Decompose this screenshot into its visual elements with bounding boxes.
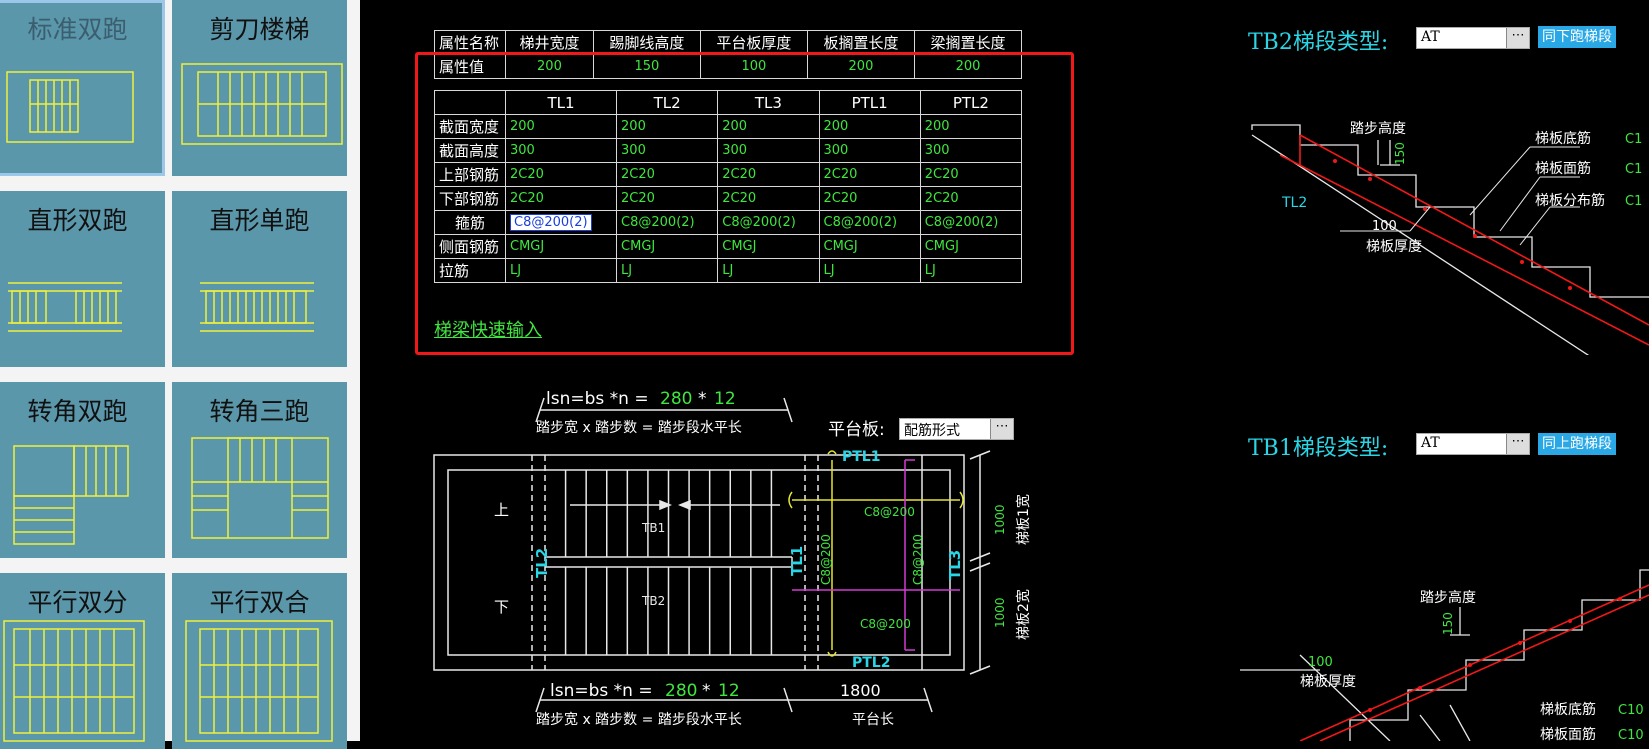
width1-label: 梯板1宽: [1015, 494, 1032, 545]
platform-length-label: 平台长: [852, 712, 894, 728]
tb1-bottom-bar-value: C10: [1618, 703, 1644, 718]
tb1-step-height-label: 踏步高度: [1420, 589, 1476, 606]
ellipsis-icon[interactable]: ⋯: [1506, 434, 1529, 454]
stair-type-palette: 标准双跑 剪刀楼梯 直形双跑 直形单跑 转角双跑 转角三跑 平行双分 平行双合: [0, 0, 360, 749]
tb2-top-bar-value: C1: [1625, 162, 1642, 177]
tb1-section-drawing: 踏步高度 150 100 梯板厚度 梯板底筋 C10 梯板面筋 C10: [1240, 569, 1649, 741]
tl3-label: TL3: [946, 550, 964, 580]
tb1-step-height-value: 150: [1441, 612, 1455, 635]
rebar-horizontal-top: C8@200: [864, 505, 915, 519]
tb1-top-bar-label: 梯板面筋: [1540, 726, 1596, 741]
tb2-tl2-label: TL2: [1281, 195, 1307, 211]
tb1-type-select[interactable]: AT ⋯: [1416, 433, 1530, 455]
tb1-thickness-value: 100: [1308, 655, 1333, 670]
header-cell: 板搁置长度: [806, 30, 915, 55]
platform-type-value: 配筋形式: [904, 423, 960, 439]
tb2-title: TB2梯段类型:: [1248, 30, 1389, 55]
tb2-label: TB2: [641, 594, 665, 608]
parallel-merge-stair-icon: [185, 620, 333, 742]
scissor-stair-icon: [181, 63, 343, 145]
rebar-vertical-left: C8@200: [819, 534, 833, 585]
tb2-type-select[interactable]: AT ⋯: [1416, 27, 1530, 49]
tb2-section-drawing: 踏步高度 150 TL2 100 梯板厚度 梯板底筋 C1 梯板面筋 C1 梯板…: [1251, 120, 1649, 355]
header-cell: 平台板厚度: [699, 30, 808, 55]
tl1-label: TL1: [788, 546, 806, 576]
platform-length: 1800: [840, 681, 881, 700]
rebar-horizontal-bottom: C8@200: [860, 617, 911, 631]
plan-formula-bottom: lsn=bs *n =: [550, 681, 653, 701]
plan-step-count-bottom: 12: [718, 681, 740, 701]
up-label: 上: [494, 501, 509, 519]
dim-width2: 1000: [993, 597, 1007, 628]
stair-type-corner-double[interactable]: 转角双跑: [0, 382, 165, 558]
rebar-vertical-right: C8@200: [911, 534, 925, 585]
stair-type-straight-single[interactable]: 直形单跑: [172, 191, 347, 367]
corner-triple-stair-icon: [191, 437, 329, 539]
plan-step-width-bottom: 280: [665, 681, 697, 701]
stair-type-scissor[interactable]: 剪刀楼梯: [172, 0, 347, 176]
plan-formula-caption-bottom: 踏步宽 x 踏步数 = 踏步段水平长: [536, 711, 742, 728]
tb2-step-height-value: 150: [1393, 142, 1407, 165]
tb2-bottom-bar-value: C1: [1625, 132, 1642, 147]
tb2-dist-bar-label: 梯板分布筋: [1535, 192, 1605, 209]
tb2-type-value: AT: [1421, 29, 1440, 45]
ellipsis-icon[interactable]: ⋯: [1506, 28, 1529, 48]
ptl1-label: PTL1: [842, 449, 880, 465]
tb1-top-bar-value: C10: [1618, 728, 1644, 741]
tb2-step-height-label: 踏步高度: [1350, 120, 1406, 137]
beam-quick-input-link[interactable]: 梯梁快速输入: [434, 316, 542, 342]
stair-type-corner-triple[interactable]: 转角三跑: [172, 382, 347, 558]
header-cell: 属性名称: [434, 30, 506, 55]
stair-type-standard-double[interactable]: 标准双跑: [0, 0, 165, 176]
ptl2-label: PTL2: [852, 655, 890, 671]
tb2-bottom-bar-label: 梯板底筋: [1535, 130, 1591, 147]
plan-formula: lsn=bs *n =: [546, 389, 649, 409]
platform-type-select[interactable]: 配筋形式 ⋯: [899, 418, 1014, 440]
same-as-upper-flight-button[interactable]: 同上跑梯段: [1538, 433, 1616, 455]
platform-label: 平台板:: [828, 420, 885, 440]
tb1-title: TB1梯段类型:: [1248, 436, 1389, 461]
straight-double-stair-icon: [8, 282, 122, 332]
same-as-lower-flight-button[interactable]: 同下跑梯段: [1538, 26, 1616, 48]
tb1-label: TB1: [641, 521, 665, 535]
plan-step-count: 12: [714, 389, 736, 409]
tb2-thickness-value: 100: [1372, 219, 1397, 234]
tb1-type-value: AT: [1421, 435, 1440, 451]
straight-single-stair-icon: [200, 282, 314, 332]
stair-type-parallel-split[interactable]: 平行双分: [0, 573, 165, 749]
tb1-bottom-bar-label: 梯板底筋: [1540, 701, 1596, 718]
header-cell: 梁搁置长度: [913, 30, 1023, 55]
tb2-thickness-label: 梯板厚度: [1366, 239, 1422, 255]
property-header-row: 属性名称 梯井宽度 踢脚线高度 平台板厚度 板搁置长度 梁搁置长度: [434, 30, 1023, 55]
down-label: 下: [494, 598, 509, 616]
header-cell: 梯井宽度: [505, 30, 594, 55]
dim-width1: 1000: [993, 504, 1007, 535]
standard-double-stair-icon: [6, 71, 134, 143]
header-cell: 踢脚线高度: [592, 30, 701, 55]
plan-multiply-bottom: *: [702, 681, 711, 701]
highlight-frame: [415, 52, 1074, 355]
ellipsis-icon[interactable]: ⋯: [990, 419, 1013, 439]
tb2-top-bar-label: 梯板面筋: [1535, 160, 1591, 177]
plan-step-width: 280: [660, 389, 692, 409]
stair-type-straight-double[interactable]: 直形双跑: [0, 191, 165, 367]
parallel-split-stair-icon: [3, 620, 145, 742]
width2-label: 梯板2宽: [1015, 589, 1032, 640]
tb1-thickness-label: 梯板厚度: [1300, 674, 1356, 690]
tl2-label: TL2: [533, 548, 551, 578]
plan-multiply: *: [698, 389, 707, 409]
tb2-dist-bar-value: C1: [1625, 194, 1642, 209]
plan-formula-caption: 踏步宽 x 踏步数 = 踏步段水平长: [536, 419, 742, 436]
stair-type-parallel-merge[interactable]: 平行双合: [172, 573, 347, 749]
corner-double-stair-icon: [13, 445, 129, 545]
